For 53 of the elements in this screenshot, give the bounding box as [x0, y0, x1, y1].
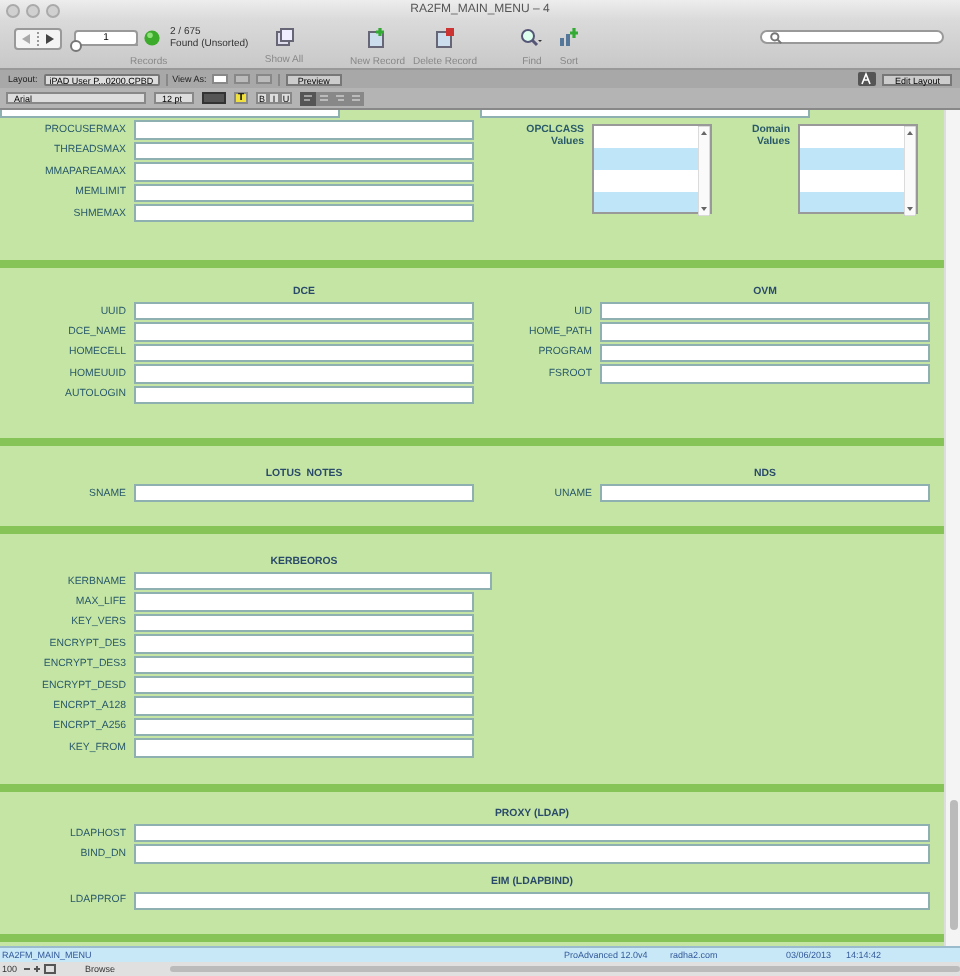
input-field[interactable] [600, 364, 930, 384]
input-field[interactable] [134, 844, 930, 864]
input-field[interactable] [134, 484, 474, 503]
input-field[interactable] [134, 120, 474, 140]
input-field[interactable] [134, 302, 474, 321]
input-field[interactable] [134, 613, 474, 633]
stacked-pages-icon [275, 28, 293, 46]
search-icon [520, 28, 543, 48]
scrollbar-icon[interactable] [904, 126, 916, 217]
value-list[interactable] [592, 124, 712, 215]
input-field[interactable] [134, 162, 474, 182]
input-field[interactable] [600, 302, 930, 321]
input-field[interactable] [134, 891, 930, 911]
input-field[interactable] [134, 322, 474, 342]
record-slider[interactable] [70, 40, 82, 52]
input-field[interactable] [134, 572, 492, 591]
value-list[interactable] [798, 124, 918, 215]
view-mode-button[interactable] [212, 74, 229, 84]
input-field[interactable] [134, 141, 474, 161]
input-field[interactable] [134, 343, 474, 363]
zoom-controls-icon[interactable] [23, 964, 55, 974]
view-mode-button[interactable] [234, 74, 251, 84]
alignment-icon[interactable] [300, 91, 364, 105]
delete-page-icon [435, 28, 455, 48]
input-field[interactable] [600, 322, 930, 342]
input-field[interactable] [600, 484, 930, 503]
input-field[interactable] [134, 717, 474, 737]
input-field[interactable] [134, 738, 474, 758]
input-field[interactable] [134, 364, 474, 384]
input-field[interactable] [134, 824, 930, 843]
zoom-button[interactable] [46, 4, 60, 18]
input-field[interactable] [134, 696, 474, 716]
scrollbar-icon[interactable] [698, 126, 710, 217]
search-icon [770, 31, 782, 43]
input-field[interactable] [134, 183, 474, 202]
input-field[interactable] [134, 655, 474, 674]
search-field[interactable] [760, 30, 944, 44]
add-page-icon [367, 28, 388, 48]
sort-icon [558, 28, 579, 48]
input-field[interactable] [600, 343, 930, 363]
text-color-button[interactable] [202, 92, 226, 104]
scrollbar[interactable] [944, 110, 960, 946]
close-button[interactable] [6, 4, 20, 18]
input-field[interactable] [134, 592, 474, 612]
input-field[interactable] [134, 675, 474, 695]
input-field[interactable] [134, 634, 474, 654]
view-mode-button[interactable] [256, 74, 273, 84]
horizontal-scrollbar[interactable] [170, 966, 960, 972]
input-field[interactable] [134, 385, 474, 404]
input-field[interactable] [134, 203, 474, 223]
text-style-icon[interactable] [858, 72, 877, 86]
minimize-button[interactable] [26, 4, 40, 18]
status-icon [144, 30, 160, 46]
